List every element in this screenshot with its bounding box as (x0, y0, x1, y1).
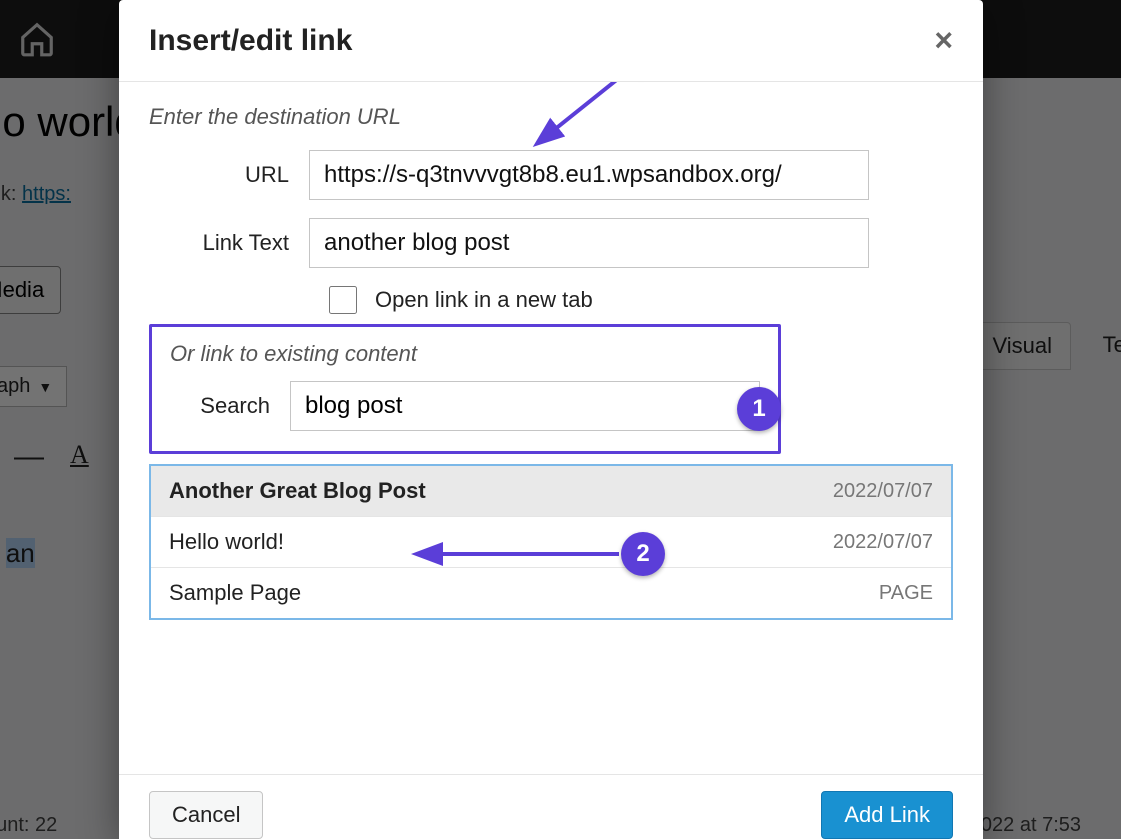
annotation-badge-1: 1 (737, 387, 781, 431)
result-title: Hello world! (169, 529, 284, 555)
cancel-button[interactable]: Cancel (149, 791, 263, 839)
annotation-arrow-2 (409, 542, 639, 572)
insert-link-dialog: Insert/edit link × Enter the destination… (119, 0, 983, 839)
result-title: Sample Page (169, 580, 301, 606)
result-row[interactable]: Sample Page PAGE (151, 568, 951, 618)
result-row[interactable]: Another Great Blog Post 2022/07/07 (151, 466, 951, 517)
existing-content-hint: Or link to existing content (170, 341, 760, 367)
add-link-button[interactable]: Add Link (821, 791, 953, 839)
annotation-badge-2: 2 (621, 532, 665, 576)
link-text-input[interactable] (309, 218, 869, 268)
search-label: Search (170, 393, 290, 419)
result-meta: PAGE (879, 582, 933, 605)
result-title: Another Great Blog Post (169, 478, 426, 504)
annotation-arrow-3 (519, 82, 679, 162)
result-meta: 2022/07/07 (833, 480, 933, 503)
existing-content-section: Or link to existing content Search (149, 324, 781, 454)
link-text-label: Link Text (149, 230, 309, 256)
result-meta: 2022/07/07 (833, 531, 933, 554)
search-input[interactable] (290, 381, 760, 431)
open-new-tab-checkbox[interactable] (329, 286, 357, 314)
open-new-tab-label: Open link in a new tab (375, 287, 593, 313)
close-icon[interactable]: × (934, 22, 953, 59)
dialog-title: Insert/edit link (149, 24, 352, 58)
url-label: URL (149, 162, 309, 188)
